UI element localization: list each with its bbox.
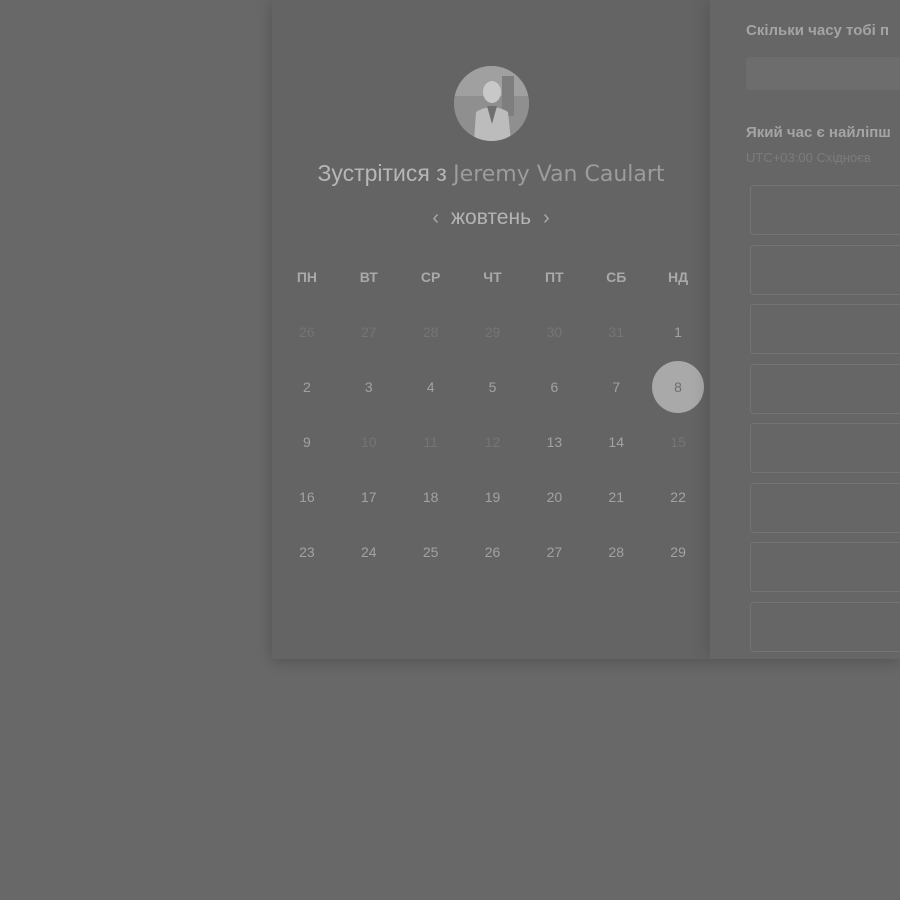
calendar-day[interactable]: 6 <box>523 361 585 413</box>
calendar-day[interactable]: 3 <box>338 361 400 413</box>
calendar-week: 16 17 18 19 20 21 22 <box>276 471 709 523</box>
chevron-right-icon[interactable]: › <box>531 207 562 230</box>
weekday-thu: ЧТ <box>483 269 502 285</box>
time-slot[interactable] <box>750 245 900 295</box>
calendar-day[interactable]: 23 <box>276 526 338 578</box>
calendar-day: 29 <box>484 324 501 340</box>
meeting-title: Зустрітися з Jeremy Van Caulart <box>272 160 710 187</box>
calendar-day: 15 <box>670 434 686 450</box>
booking-card: Зустрітися з Jeremy Van Caulart ‹ жовтен… <box>272 0 900 659</box>
timezone-label[interactable]: UTC+03:00 Східноєв <box>746 150 871 165</box>
calendar-week: 9 10 11 12 13 14 15 <box>276 416 709 468</box>
time-slot[interactable] <box>750 185 900 235</box>
meeting-prefix: Зустрітися з <box>317 160 447 186</box>
calendar-day[interactable]: 1 <box>647 306 709 358</box>
calendar-day[interactable]: 7 <box>585 361 647 413</box>
calendar-day: 26 <box>299 324 315 340</box>
calendar-day: 27 <box>360 324 377 340</box>
calendar-week: 23 24 25 26 27 28 29 <box>276 526 709 578</box>
calendar-pane: Зустрітися з Jeremy Van Caulart ‹ жовтен… <box>272 0 710 659</box>
booking-pane: Скільки часу тобі п Який час є найліпш U… <box>710 0 900 659</box>
calendar-day[interactable]: 24 <box>338 526 400 578</box>
calendar-day[interactable]: 13 <box>523 416 585 468</box>
month-navigation: ‹ жовтень › <box>272 206 710 230</box>
calendar-day[interactable]: 17 <box>338 471 400 523</box>
weekday-header: ПН ВТ СР ЧТ ПТ СБ НД <box>276 269 709 285</box>
time-slot[interactable] <box>750 542 900 592</box>
calendar-day: 12 <box>484 434 501 450</box>
calendar-day: 10 <box>360 434 377 450</box>
weekday-wed: СР <box>420 269 441 285</box>
calendar-day: 11 <box>423 434 438 450</box>
duration-label: Скільки часу тобі п <box>746 22 890 39</box>
calendar-day: 28 <box>422 324 439 340</box>
calendar-day: 31 <box>608 324 624 340</box>
time-label: Який час є найліпш <box>746 124 891 141</box>
calendar-day[interactable]: 18 <box>400 471 462 523</box>
calendar-day[interactable]: 5 <box>462 361 524 413</box>
host-name: Jeremy Van Caulart <box>453 162 665 187</box>
calendar-day[interactable]: 14 <box>585 416 647 468</box>
calendar-day[interactable]: 16 <box>276 471 338 523</box>
time-slot[interactable] <box>750 423 900 473</box>
calendar-day[interactable]: 4 <box>400 361 462 413</box>
time-slot[interactable] <box>750 602 900 652</box>
calendar-day[interactable]: 25 <box>400 526 462 578</box>
calendar-week: 26 27 28 29 30 31 1 <box>276 306 709 358</box>
weekday-mon: ПН <box>296 269 318 285</box>
chevron-left-icon[interactable]: ‹ <box>420 207 451 230</box>
host-avatar <box>454 66 529 141</box>
weekday-tue: ВТ <box>359 269 378 285</box>
calendar-day[interactable]: 22 <box>647 471 709 523</box>
weekday-sat: СБ <box>606 269 627 285</box>
month-label: жовтень <box>450 206 532 229</box>
time-slot[interactable] <box>750 364 900 414</box>
calendar-day[interactable]: 21 <box>585 471 647 523</box>
selected-day-number: 8 <box>674 379 682 395</box>
weekday-sun: НД <box>668 269 689 285</box>
calendar-day[interactable]: 9 <box>276 416 338 468</box>
calendar-day[interactable]: 28 <box>585 526 647 578</box>
calendar-day-selected[interactable]: 8 <box>647 361 709 413</box>
time-slot[interactable] <box>750 483 900 533</box>
calendar-day[interactable]: 29 <box>647 526 709 578</box>
time-slot[interactable] <box>750 304 900 354</box>
calendar-week: 2 3 4 5 6 7 8 <box>276 361 709 413</box>
calendar-day[interactable]: 2 <box>276 361 338 413</box>
calendar-day[interactable]: 20 <box>523 471 585 523</box>
calendar-day: 30 <box>546 324 563 340</box>
calendar-day[interactable]: 26 <box>462 526 524 578</box>
duration-select[interactable] <box>746 57 900 90</box>
weekday-fri: ПТ <box>545 269 564 285</box>
calendar-day[interactable]: 19 <box>462 471 524 523</box>
calendar-day[interactable]: 27 <box>523 526 585 578</box>
